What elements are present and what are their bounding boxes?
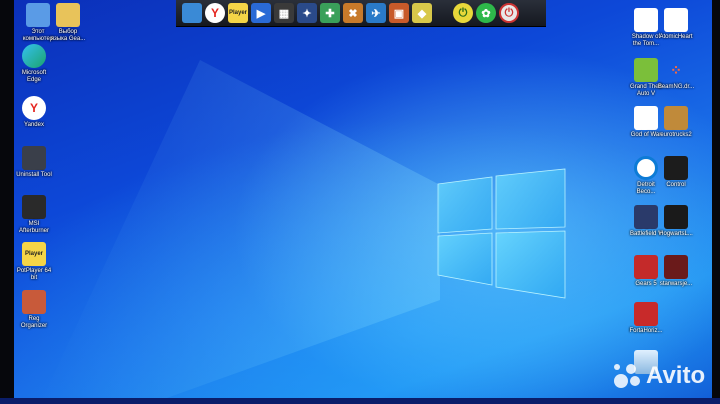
desktop-icon-label: Microsoft Edge (21, 70, 47, 83)
desktop-icon-label: AtomicHeart (659, 34, 693, 40)
monitor-icon[interactable] (182, 3, 202, 23)
restart-icon[interactable]: ✿ (476, 3, 496, 23)
avito-watermark-text: Avito (646, 362, 706, 389)
reg-icon (22, 290, 46, 314)
desktop-icon-edge[interactable]: Microsoft Edge (10, 44, 58, 84)
desktop-icon-label: eurotrucks2 (660, 132, 692, 138)
edge-icon (22, 44, 46, 68)
desktop-icon-label: Control (666, 182, 686, 188)
avito-watermark: Avito (612, 362, 705, 390)
quick-launch-bar: Y Player ▶ ▦ ✦ ✚ ✖ ✈ ▣ ◆ ⏻ ✿ ⏻ (176, 0, 546, 27)
jedi-icon (664, 255, 688, 279)
screen-bezel-right (712, 0, 720, 404)
desktop-icon-label: BeamNG.dr... (657, 84, 695, 90)
tools-icon[interactable]: ✖ (343, 3, 363, 23)
hogwarts-icon (664, 205, 688, 229)
desktop-icon-label: Uninstall Tool (16, 172, 52, 178)
desktop-icon-label: PotPlayer 64 bit (16, 268, 52, 281)
uninstall-icon (22, 146, 46, 170)
desktop-icon-yandex[interactable]: Y Yandex (10, 96, 58, 129)
player-icon[interactable]: Player (228, 3, 248, 23)
atomic-heart-icon (664, 8, 688, 32)
media-icon[interactable]: ▶ (251, 3, 271, 23)
desktop-icon-star-wars-jedi[interactable]: starwarsje... (652, 255, 700, 288)
app-icon[interactable]: ✦ (297, 3, 317, 23)
desktop-icon-uninstall-tool[interactable]: Uninstall Tool (10, 146, 58, 179)
desktop-icon-atomic-heart[interactable]: AtomicHeart (652, 8, 700, 41)
app-icon[interactable]: ✚ (320, 3, 340, 23)
afterburner-icon (22, 195, 46, 219)
app-icon[interactable]: ◆ (412, 3, 432, 23)
desktop-icon-reg-organizer[interactable]: Reg Organizer (10, 290, 58, 330)
avito-logo-icon (612, 362, 642, 390)
desktop-icon-label: Выбор языка Gea... (50, 29, 86, 42)
forza-icon (634, 302, 658, 326)
desktop-icon-msi-afterburner[interactable]: MSI Afterburner (10, 195, 58, 235)
eurotrucks-icon (664, 106, 688, 130)
yandex-icon[interactable]: Y (205, 3, 225, 23)
desktop-icon-label: MSI Afterburner (18, 221, 49, 234)
desktop-icon-control[interactable]: Control (652, 156, 700, 189)
taskbar-edge (0, 398, 720, 404)
desktop-icon-label: Reg Organizer (20, 316, 48, 329)
control-icon (664, 156, 688, 180)
desktop-icon-hogwarts-legacy[interactable]: HogwartsL... (652, 205, 700, 238)
app-icon[interactable]: ✈ (366, 3, 386, 23)
folder-icon (56, 3, 80, 27)
desktop-icon-label: HogwartsL... (659, 231, 693, 237)
desktop-background (0, 0, 720, 404)
desktop-icon-beamng[interactable]: ⁘ BeamNG.dr... (652, 58, 700, 91)
power-icon[interactable]: ⏻ (499, 3, 519, 23)
sleep-icon[interactable]: ⏻ (453, 3, 473, 23)
desktop-icon-label: Yandex (24, 122, 44, 128)
calculator-icon[interactable]: ▦ (274, 3, 294, 23)
desktop-icon-eurotrucks2[interactable]: eurotrucks2 (652, 106, 700, 139)
desktop-icon-forza-horizon[interactable]: FortaHoriz... (622, 302, 670, 335)
player-icon: Player (22, 242, 46, 266)
desktop-icon-potplayer[interactable]: Player PotPlayer 64 bit (10, 242, 58, 282)
yandex-icon: Y (22, 96, 46, 120)
desktop-icon-label: FortaHoriz... (629, 328, 663, 334)
beamng-icon: ⁘ (670, 61, 682, 78)
desktop-icon-label: starwarsje... (659, 281, 693, 287)
app-icon[interactable]: ▣ (389, 3, 409, 23)
desktop-icon-language-folder[interactable]: Выбор языка Gea... (44, 3, 92, 43)
